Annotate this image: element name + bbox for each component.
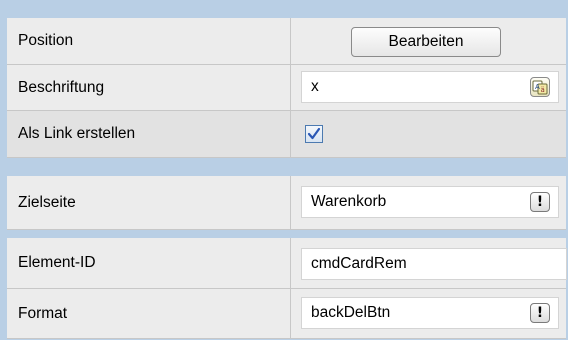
beschriftung-value-cell: x A ä [291, 65, 566, 110]
row-position: Position Bearbeiten [7, 18, 566, 65]
row-als-link: Als Link erstellen [7, 111, 566, 158]
als-link-checkbox[interactable] [305, 125, 323, 143]
row-element-id: Element-ID cmdCardRem [7, 238, 567, 289]
svg-text:A: A [535, 83, 540, 91]
checkmark-icon [307, 127, 321, 140]
format-input[interactable]: backDelBtn [301, 297, 559, 329]
position-value-cell: Bearbeiten [291, 18, 566, 64]
element-id-input[interactable]: cmdCardRem [301, 248, 567, 280]
exclamation-icon: ! [536, 194, 544, 210]
property-panel: Position Bearbeiten Beschriftung x A ä A… [0, 0, 568, 340]
zielseite-exclamation-button[interactable]: ! [530, 192, 550, 212]
beschriftung-input[interactable]: x [301, 71, 559, 103]
edit-position-button[interactable]: Bearbeiten [351, 27, 501, 57]
element-id-label: Element-ID [7, 238, 291, 288]
separator [7, 230, 566, 238]
beschriftung-label: Beschriftung [7, 65, 291, 110]
separator [7, 168, 566, 176]
position-label: Position [7, 18, 291, 64]
als-link-label: Als Link erstellen [7, 111, 291, 157]
row-zielseite: Zielseite Warenkorb ! [7, 176, 566, 230]
zielseite-label: Zielseite [7, 176, 291, 229]
zielseite-input[interactable]: Warenkorb [301, 186, 559, 218]
zielseite-value-cell: Warenkorb ! [291, 176, 566, 229]
row-beschriftung: Beschriftung x A ä [7, 65, 566, 111]
format-value-cell: backDelBtn ! [291, 289, 566, 338]
format-exclamation-button[interactable]: ! [530, 303, 550, 323]
als-link-value-cell [291, 111, 566, 157]
format-label: Format [7, 289, 291, 338]
element-id-value-cell: cmdCardRem [291, 238, 567, 288]
exclamation-icon: ! [536, 305, 544, 321]
svg-text:ä: ä [541, 86, 545, 94]
row-format: Format backDelBtn ! [7, 289, 566, 339]
language-icon[interactable]: A ä [530, 77, 550, 97]
